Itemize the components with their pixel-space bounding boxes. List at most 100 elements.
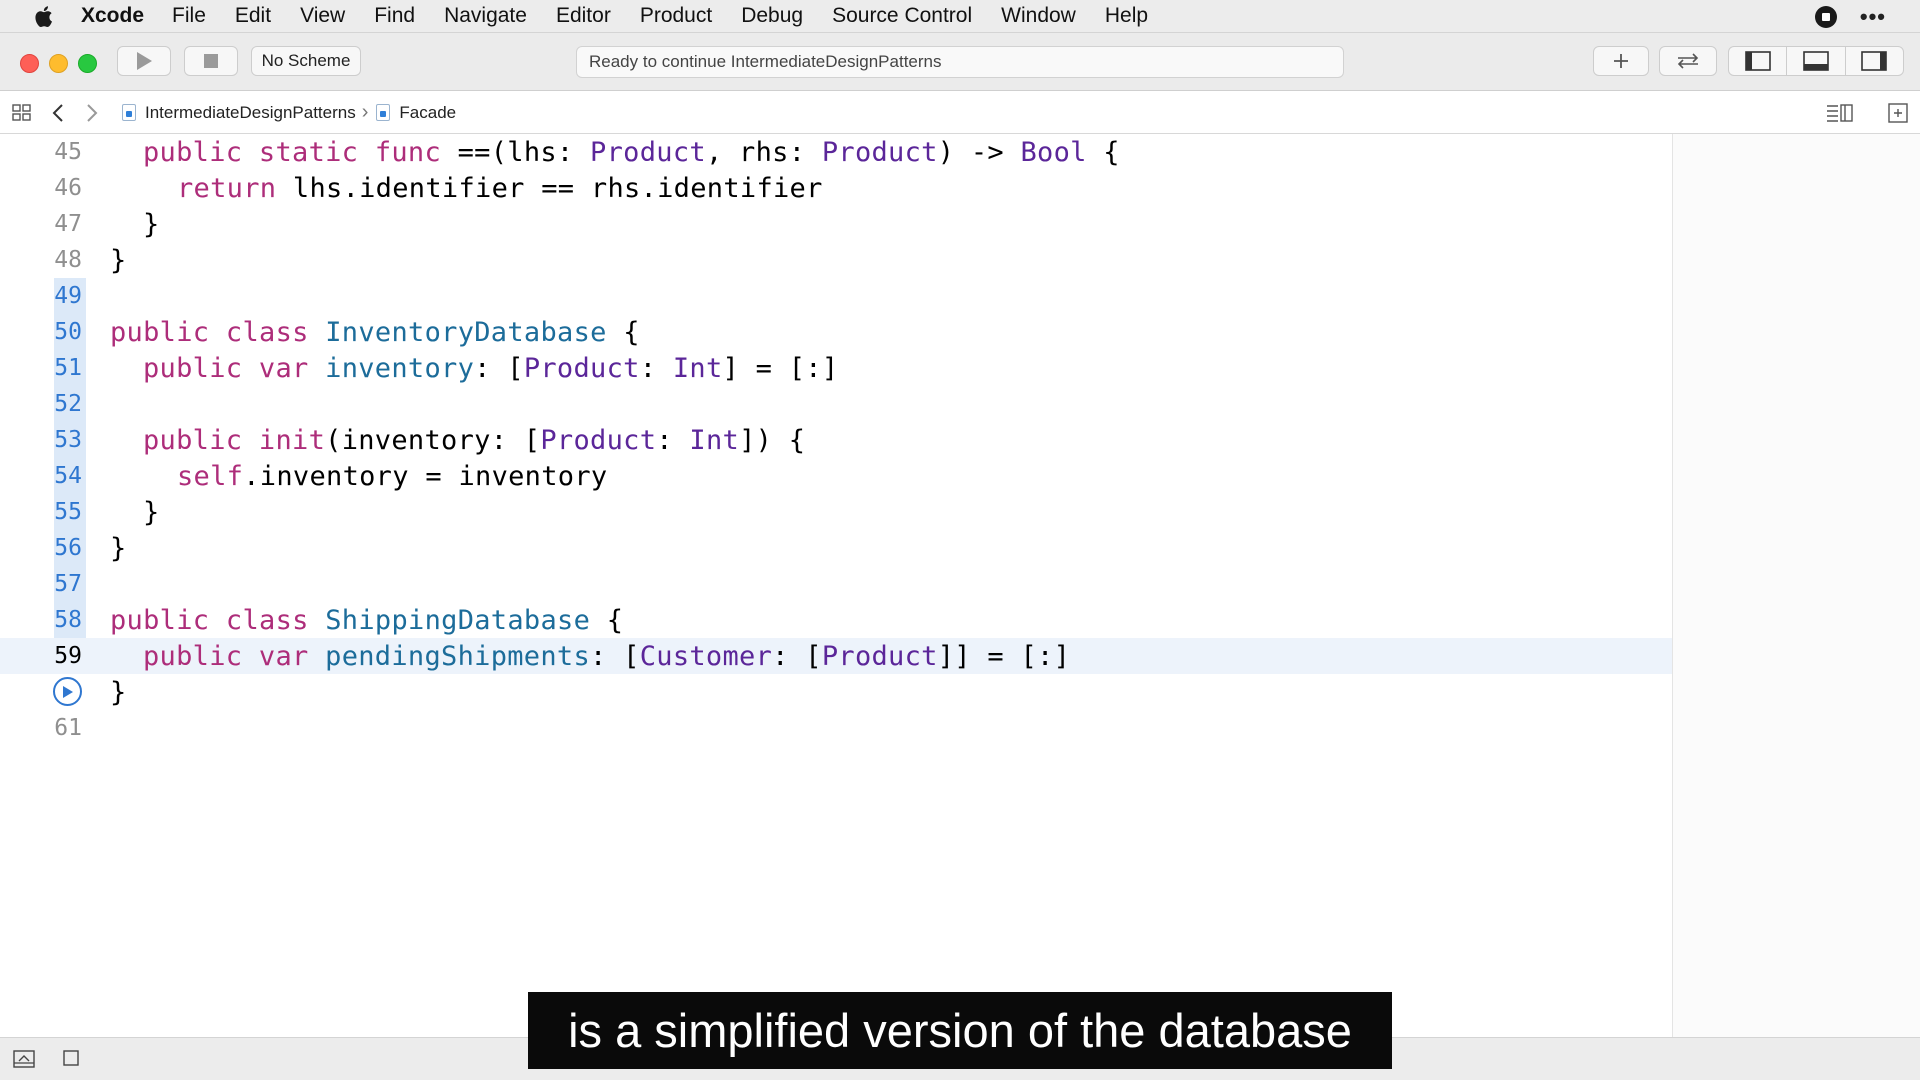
menu-help[interactable]: Help <box>1105 4 1148 28</box>
menu-file[interactable]: File <box>172 4 206 28</box>
window-toolbar: No Scheme Ready to continue Intermediate… <box>0 33 1920 91</box>
code-line: 53 public init(inventory: [Product: Int]… <box>0 422 1672 458</box>
menu-window[interactable]: Window <box>1001 4 1076 28</box>
left-panel-icon <box>1744 51 1771 71</box>
run-to-line-icon[interactable] <box>53 677 82 706</box>
apple-menu-icon[interactable] <box>31 4 55 28</box>
zoom-window-button[interactable] <box>78 54 97 73</box>
menu-editor[interactable]: Editor <box>556 4 611 28</box>
code-text: public var inventory: [Product: Int] = [… <box>143 352 839 384</box>
back-chevron-icon[interactable] <box>50 103 66 123</box>
breadcrumb-project[interactable]: IntermediateDesignPatterns <box>122 103 356 123</box>
screen-recording-icon[interactable] <box>1814 5 1837 28</box>
menu-navigate[interactable]: Navigate <box>444 4 527 28</box>
code-review-button[interactable] <box>1659 46 1717 76</box>
line-number: 53 <box>54 427 82 453</box>
code-line: 45 public static func ==(lhs: Product, r… <box>0 134 1672 170</box>
stop-button[interactable] <box>184 46 238 76</box>
toggle-navigator-button[interactable] <box>1729 47 1788 75</box>
minimap[interactable] <box>1672 134 1920 1037</box>
toggle-debug-area-button[interactable] <box>1787 47 1846 75</box>
line-number: 59 <box>54 643 82 669</box>
menu-find[interactable]: Find <box>374 4 415 28</box>
swift-file-icon <box>376 104 391 121</box>
activity-status-field: Ready to continue IntermediateDesignPatt… <box>576 46 1344 78</box>
add-editor-icon[interactable] <box>1888 103 1908 123</box>
code-line: 47 } <box>0 206 1672 242</box>
line-number: 54 <box>54 463 82 489</box>
editor-options-area <box>1826 92 1920 134</box>
breadcrumb-file-label: Facade <box>399 102 457 122</box>
line-number: 47 <box>54 211 82 237</box>
code-text: } <box>143 208 160 240</box>
code-text: public class InventoryDatabase { <box>110 316 640 348</box>
code-line: 49 <box>0 278 1672 314</box>
related-items-grid-icon[interactable] <box>11 103 33 122</box>
code-line: 61 <box>0 710 1672 746</box>
code-line: 56 } <box>0 530 1672 566</box>
code-line: 58 public class ShippingDatabase { <box>0 602 1672 638</box>
library-button[interactable] <box>1593 46 1649 76</box>
editor-options-icon[interactable] <box>1826 103 1854 123</box>
line-number: 61 <box>54 715 82 741</box>
code-text: } <box>110 244 127 276</box>
code-text: public var pendingShipments: [Customer: … <box>143 640 1071 672</box>
code-text: self.inventory = inventory <box>177 460 608 492</box>
code-line: 54 self.inventory = inventory <box>0 458 1672 494</box>
line-number: 56 <box>54 535 82 561</box>
menu-edit[interactable]: Edit <box>235 4 271 28</box>
show-debug-area-icon[interactable] <box>13 1050 35 1068</box>
line-number: 51 <box>54 355 82 381</box>
swift-file-icon <box>122 104 136 121</box>
menu-debug[interactable]: Debug <box>741 4 803 28</box>
line-number: 57 <box>54 571 82 597</box>
line-number: 48 <box>54 247 82 273</box>
code-text: public static func ==(lhs: Product, rhs:… <box>143 136 1120 168</box>
more-options-icon[interactable]: ••• <box>1860 5 1886 28</box>
code-text: public class ShippingDatabase { <box>110 604 624 636</box>
breadcrumb-project-label: IntermediateDesignPatterns <box>145 102 356 122</box>
console-toggle-icon[interactable] <box>63 1050 79 1066</box>
code-line: 55 } <box>0 494 1672 530</box>
jump-bar: IntermediateDesignPatterns › Facade <box>0 92 1920 134</box>
source-editor[interactable]: 45 public static func ==(lhs: Product, r… <box>0 134 1672 1037</box>
play-icon <box>137 52 152 70</box>
code-line: 50 public class InventoryDatabase { <box>0 314 1672 350</box>
toggle-inspector-button[interactable] <box>1846 47 1903 75</box>
plus-icon <box>1614 54 1628 68</box>
activity-status-text: Ready to continue IntermediateDesignPatt… <box>589 52 942 71</box>
menu-product[interactable]: Product <box>640 4 712 28</box>
breadcrumb-separator-icon: › <box>361 101 369 123</box>
code-text: } <box>143 496 160 528</box>
code-line: 51 public var inventory: [Product: Int] … <box>0 350 1672 386</box>
close-window-button[interactable] <box>20 54 39 73</box>
menu-source-control[interactable]: Source Control <box>832 4 972 28</box>
menu-app-xcode[interactable]: Xcode <box>81 4 144 28</box>
video-caption: is a simplified version of the database <box>528 992 1392 1069</box>
swap-arrows-icon <box>1677 53 1699 69</box>
forward-chevron-icon[interactable] <box>84 103 100 123</box>
code-text: return lhs.identifier == rhs.identifier <box>177 172 823 204</box>
code-line: 46 return lhs.identifier == rhs.identifi… <box>0 170 1672 206</box>
breadcrumb-file[interactable]: Facade <box>376 103 456 123</box>
scheme-selector[interactable]: No Scheme <box>251 46 361 76</box>
run-button[interactable] <box>117 46 171 76</box>
line-number: 55 <box>54 499 82 525</box>
code-line: 52 <box>0 386 1672 422</box>
panel-toggle-group <box>1728 46 1904 76</box>
right-panel-icon <box>1861 51 1888 71</box>
code-line: 48 } <box>0 242 1672 278</box>
line-number: 58 <box>54 607 82 633</box>
menu-view[interactable]: View <box>300 4 345 28</box>
menu-bar: Xcode File Edit View Find Navigate Edito… <box>0 0 1920 33</box>
menubar-status-area: ••• <box>1814 0 1920 33</box>
line-number: 50 <box>54 319 82 345</box>
current-code-line: 59 public var pendingShipments: [Custome… <box>0 638 1672 674</box>
code-line: } <box>0 674 1672 710</box>
line-number: 49 <box>54 283 82 309</box>
minimize-window-button[interactable] <box>49 54 68 73</box>
bottom-panel-icon <box>1803 51 1829 71</box>
stop-icon <box>204 54 218 68</box>
line-number: 46 <box>54 175 82 201</box>
code-text: } <box>110 532 127 564</box>
